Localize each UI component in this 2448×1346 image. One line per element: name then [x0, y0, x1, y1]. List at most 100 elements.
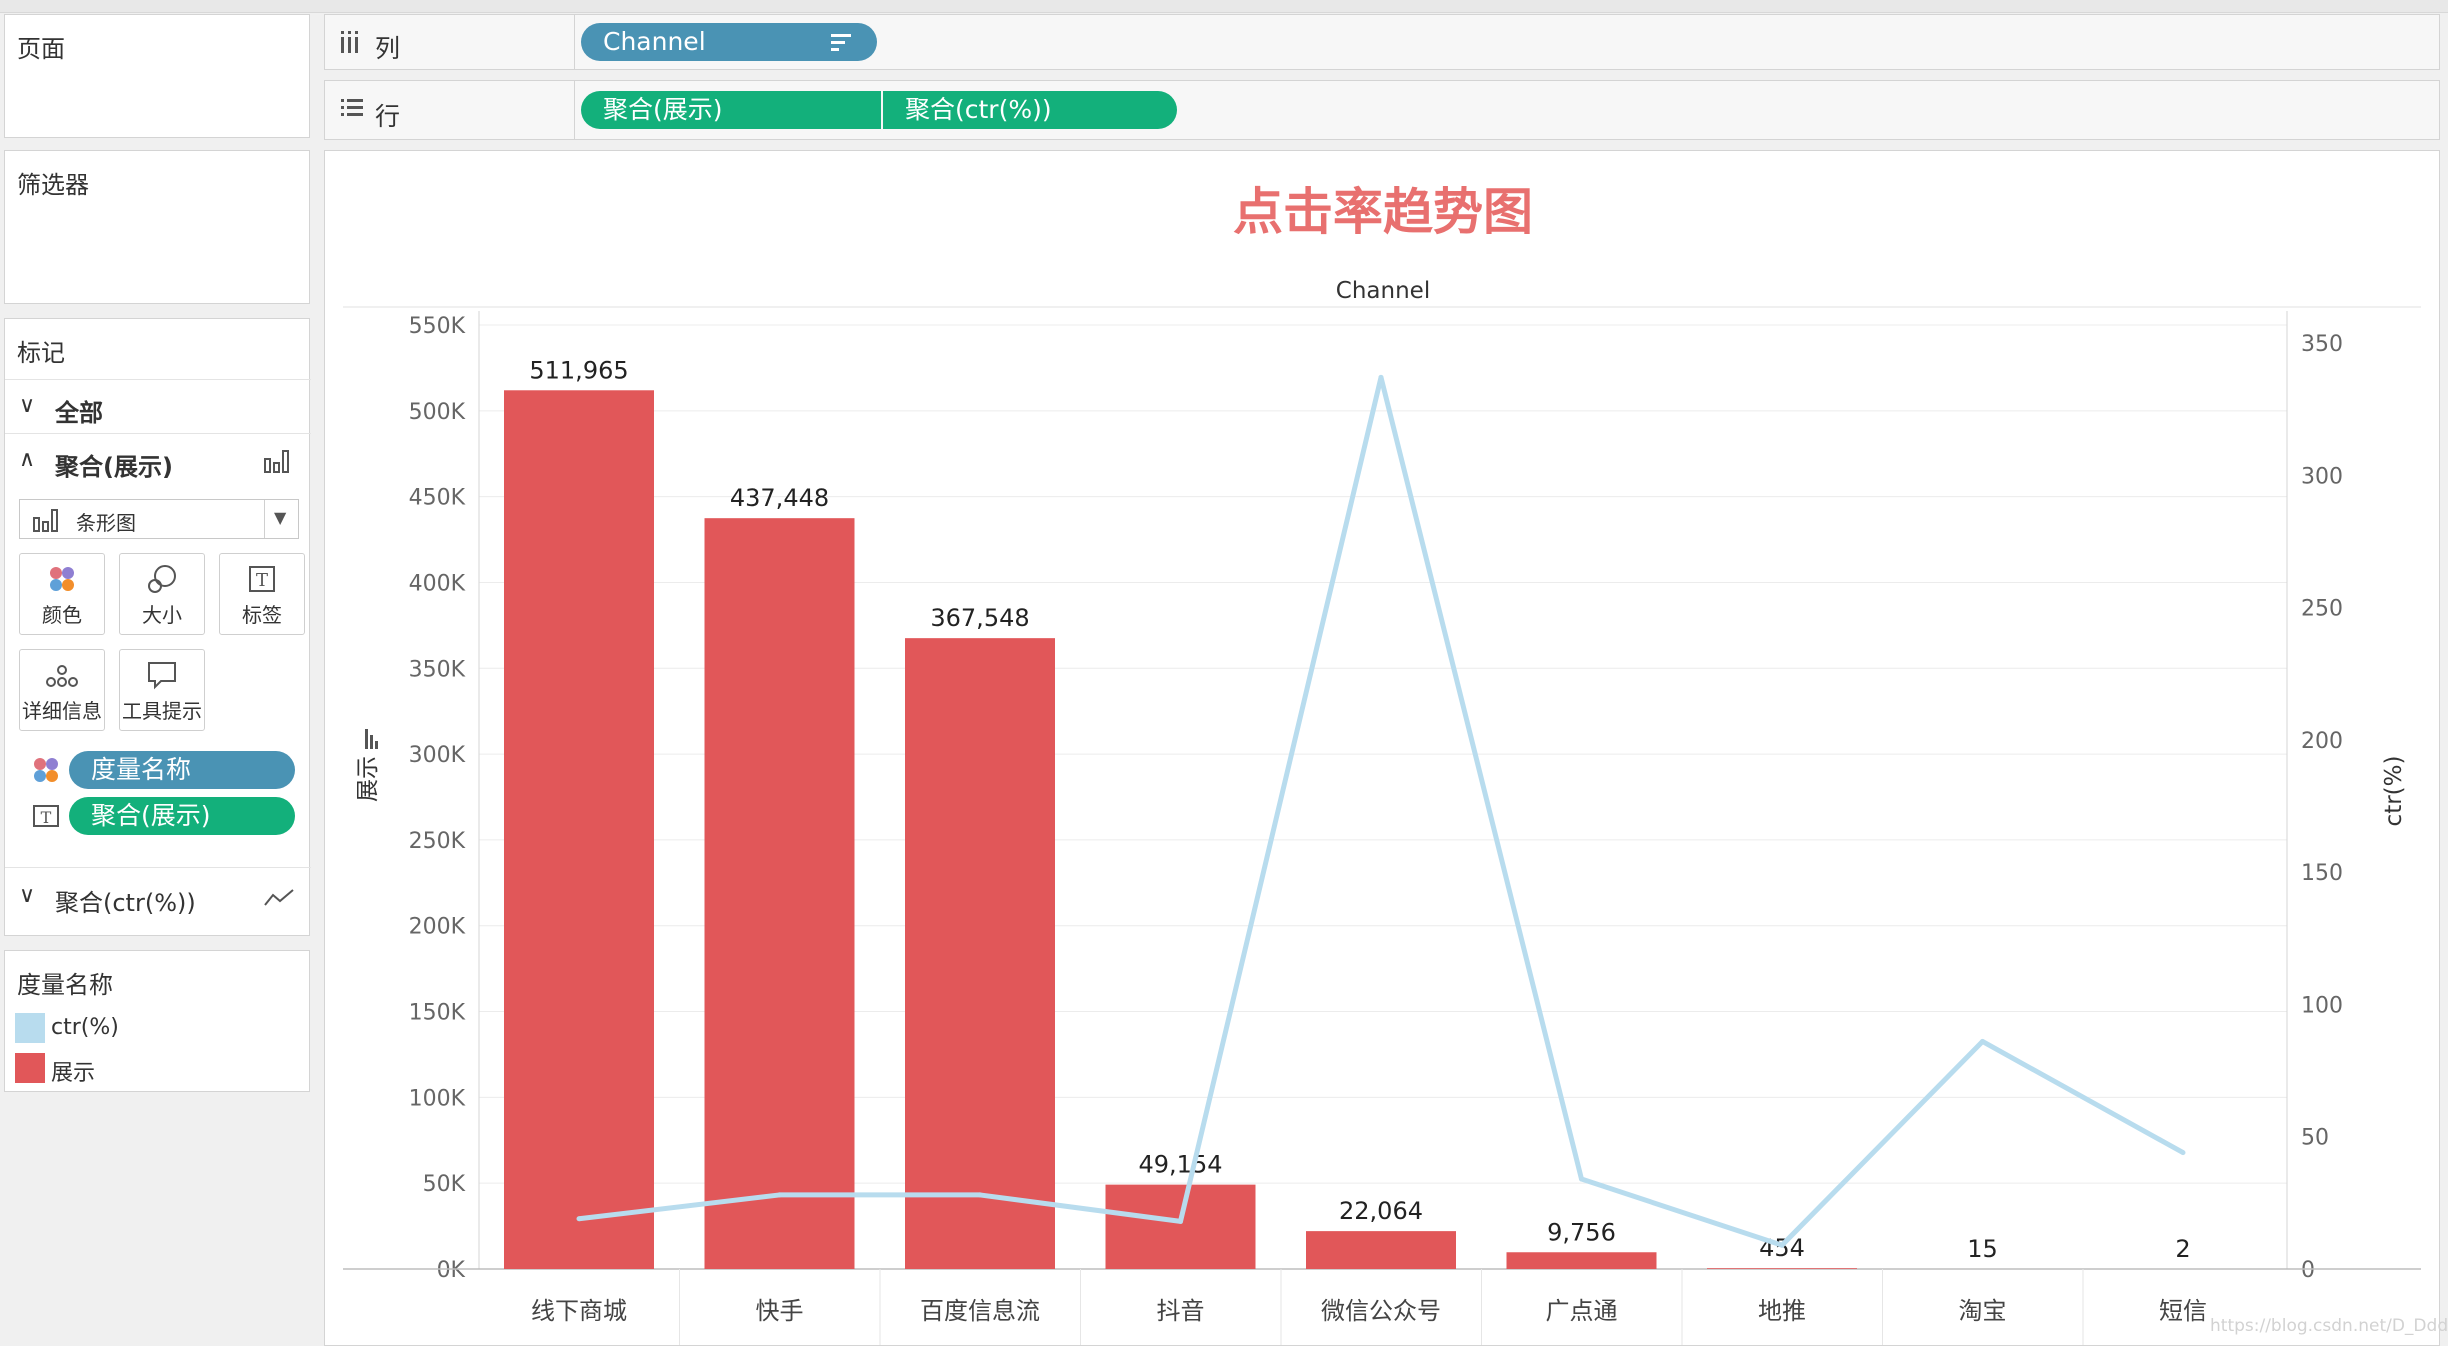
filters-card[interactable]: 筛选器	[4, 150, 310, 304]
chart-view[interactable]: 点击率趋势图 Channel 0K 50K 100K 150K 200K 250K 300K 35…	[324, 150, 2440, 1346]
color-dots-icon	[20, 564, 104, 598]
bar	[1707, 1268, 1857, 1269]
x-tick-label: 地推	[1758, 1297, 1806, 1325]
y-tick-label: 450K	[409, 486, 466, 511]
ctr-point	[977, 1192, 983, 1198]
ctr-point	[1779, 1242, 1785, 1248]
marks-all-row[interactable]: ∨ 全部	[5, 381, 309, 433]
bar-value-label: 15	[1967, 1235, 1998, 1263]
rows-shelf-label: 行	[325, 81, 575, 139]
size-button[interactable]: 大小	[119, 553, 205, 635]
bar-value-label: 22,064	[1339, 1197, 1423, 1225]
divider	[264, 500, 265, 538]
divider	[5, 379, 311, 380]
x-tick-label: 抖音	[1157, 1297, 1205, 1325]
bar	[1506, 1252, 1657, 1269]
channel-pill-label: Channel	[603, 27, 706, 56]
color-button[interactable]: 颜色	[19, 553, 105, 635]
y2-tick-label: 300	[2301, 464, 2343, 489]
bar	[504, 390, 654, 1270]
y-tick-label: 350K	[409, 657, 466, 682]
ctr-point	[2180, 1150, 2186, 1156]
bar-value-label: 367,548	[930, 604, 1029, 632]
y2-tick-label: 0	[2301, 1258, 2315, 1283]
legend-card: 度量名称 ctr(%) 展示	[4, 950, 310, 1092]
chevron-down-icon: ∨	[19, 883, 36, 908]
y-tick-label: 300K	[409, 743, 466, 768]
ctr-point	[576, 1216, 582, 1222]
detail-button[interactable]: 详细信息	[19, 649, 105, 731]
legend-swatch-show	[15, 1053, 45, 1083]
svg-text:T: T	[256, 570, 268, 591]
bar	[1105, 1184, 1256, 1269]
agg-show-label-pill[interactable]: 聚合(展示)	[69, 797, 295, 835]
y2-tick-label: 100	[2301, 993, 2343, 1018]
y2-tick-label: 200	[2301, 729, 2343, 754]
columns-shelf[interactable]: 列 Channel	[324, 14, 2440, 70]
measure-names-pill[interactable]: 度量名称	[69, 751, 295, 789]
text-t-icon: T	[220, 564, 304, 598]
mark-type-dropdown[interactable]: 条形图 ▼	[19, 499, 299, 539]
tooltip-button-label: 工具提示	[122, 699, 202, 723]
tooltip-bubble-icon	[120, 660, 204, 694]
tooltip-button[interactable]: 工具提示	[119, 649, 205, 731]
y-tick-label: 0K	[437, 1258, 466, 1283]
sort-icon	[831, 34, 851, 51]
divider	[5, 433, 311, 434]
legend-items: ctr(%) 展示	[5, 1009, 309, 1091]
x-axis-title: Channel	[1336, 278, 1430, 304]
columns-shelf-title: 列	[375, 34, 401, 63]
text-t-icon: T	[33, 805, 59, 827]
chevron-down-icon: ∨	[19, 393, 36, 418]
y-tick-label: 400K	[409, 571, 466, 596]
x-tick-label: 微信公众号	[1321, 1297, 1441, 1325]
y-axis-sort-icon	[365, 729, 378, 749]
rows-shelf-title: 行	[375, 102, 401, 131]
bar-value-label: 437,448	[730, 484, 829, 512]
color-dots-icon	[34, 758, 58, 782]
x-tick-label: 快手	[756, 1297, 804, 1325]
ctr-point	[1178, 1218, 1183, 1224]
detail-dots-icon	[20, 660, 104, 694]
y2-tick-label: 350	[2301, 332, 2343, 357]
x-tick-label: 短信	[2159, 1297, 2207, 1325]
channel-pill[interactable]: Channel	[581, 23, 877, 61]
caret-down-icon: ▼	[274, 508, 287, 527]
chart-svg[interactable]: 点击率趋势图 Channel 0K 50K 100K 150K 200K 250K 300K 35…	[325, 151, 2439, 1345]
y-tick-label: 200K	[409, 915, 466, 940]
x-tick-label: 广点通	[1546, 1297, 1618, 1325]
ctr-point	[1579, 1176, 1584, 1182]
y2-axis-title: ctr(%)	[2381, 756, 2407, 827]
size-button-label: 大小	[142, 603, 182, 627]
bar-value-label: 511,965	[529, 356, 628, 384]
legend-item-show[interactable]: 展示	[51, 1055, 95, 1087]
y-axis-title: 展示	[355, 756, 381, 802]
legend-item-ctr[interactable]: ctr(%)	[51, 1015, 119, 1040]
rows-shelf[interactable]: 行 聚合(展示) 聚合(ctr(%))	[324, 80, 2440, 140]
x-tick-label: 百度信息流	[920, 1297, 1040, 1325]
line-chart-icon	[264, 889, 294, 906]
marks-agg-ctr-row[interactable]: ∨ 聚合(ctr(%))	[5, 869, 309, 929]
pages-card[interactable]: 页面	[4, 14, 310, 138]
y-tick-label: 100K	[409, 1086, 466, 1111]
marks-agg-show-row[interactable]: ∧ 聚合(展示)	[5, 435, 309, 487]
label-button[interactable]: T 标签	[219, 553, 305, 635]
y-tick-label: 250K	[409, 829, 466, 854]
bar-chart-icon	[33, 509, 58, 532]
agg-ctr-row-pill[interactable]: 聚合(ctr(%))	[883, 91, 1177, 129]
x-tick-label: 淘宝	[1959, 1297, 2007, 1325]
ctr-point	[1378, 374, 1384, 380]
chevron-up-icon: ∧	[19, 447, 36, 472]
marks-all-label: 全部	[55, 399, 103, 427]
y-tick-label: 550K	[409, 314, 466, 339]
bar	[704, 518, 855, 1269]
bar	[905, 638, 1055, 1269]
bar-value-label: 9,756	[1547, 1218, 1616, 1246]
bar	[1306, 1231, 1456, 1269]
marks-card: 标记 ∨ 全部 ∧ 聚合(展示) 条形图 ▼ 颜色 大小 T 标签 详细信息 工…	[4, 318, 311, 936]
y2-tick-label: 150	[2301, 861, 2343, 886]
legend-swatch-ctr	[15, 1013, 45, 1043]
agg-show-row-pill[interactable]: 聚合(展示)	[581, 91, 881, 129]
marks-title: 标记	[17, 339, 65, 367]
columns-icon	[341, 31, 358, 53]
